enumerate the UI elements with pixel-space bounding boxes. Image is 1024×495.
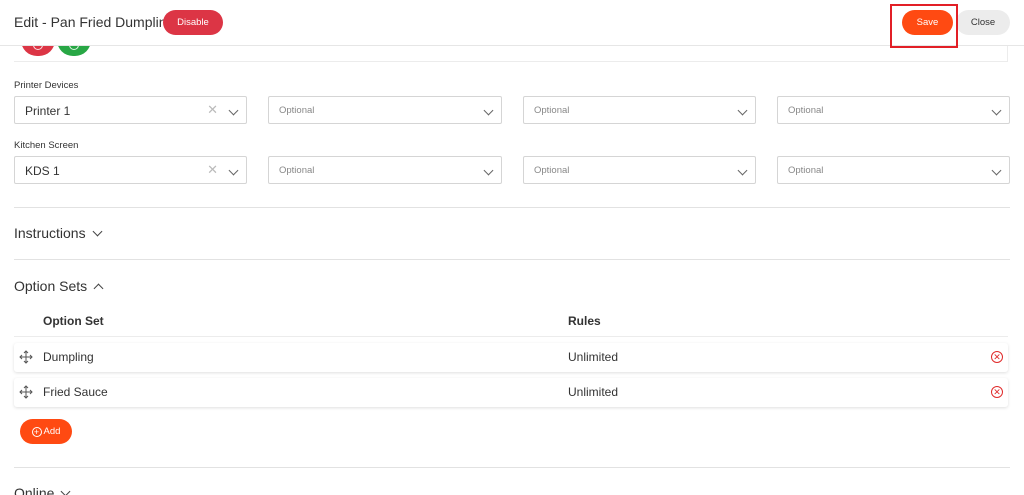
chevron-down-icon xyxy=(483,165,494,176)
printer-devices-label: Printer Devices xyxy=(14,80,79,91)
clear-x-icon[interactable]: ✕ xyxy=(207,162,218,178)
move-handle-icon[interactable] xyxy=(19,385,33,399)
online-toggle[interactable]: Online xyxy=(14,485,71,495)
kds-select-1[interactable]: KDS 1 ✕ xyxy=(14,156,247,184)
chevron-down-icon xyxy=(737,165,748,176)
plus-circle-icon: + xyxy=(31,426,42,437)
chevron-up-icon xyxy=(93,283,104,293)
printer-select-2[interactable]: Optional xyxy=(268,96,502,124)
kds-select-4[interactable]: Optional xyxy=(777,156,1010,184)
chevron-down-icon xyxy=(737,105,748,116)
divider xyxy=(14,259,1010,260)
column-header-rules: Rules xyxy=(568,314,601,328)
printer-select-3-placeholder: Optional xyxy=(534,105,570,116)
option-set-rules: Unlimited xyxy=(568,350,619,364)
chevron-down-icon xyxy=(61,486,71,495)
clear-x-icon[interactable]: ✕ xyxy=(207,102,218,118)
kds-select-3-placeholder: Optional xyxy=(534,165,570,176)
chevron-down-icon xyxy=(991,165,1002,176)
divider xyxy=(14,467,1010,468)
kitchen-screen-label: Kitchen Screen xyxy=(14,140,79,151)
chevron-down-icon xyxy=(991,105,1002,116)
column-header-option-set: Option Set xyxy=(43,314,104,328)
option-set-rules: Unlimited xyxy=(568,385,619,399)
remove-circle-icon[interactable]: ✕ xyxy=(991,351,1003,363)
modal-header: Edit - Pan Fried Dumpling Disable Save C… xyxy=(0,0,1024,46)
option-sets-toggle[interactable]: Option Sets xyxy=(14,278,104,294)
table-row: Fried Sauce Unlimited ✕ xyxy=(14,378,1008,407)
table-header-divider xyxy=(14,336,1008,337)
divider xyxy=(14,207,1010,208)
chevron-down-icon xyxy=(228,165,239,176)
remove-circle-icon[interactable]: ✕ xyxy=(991,386,1003,398)
printer-select-1[interactable]: Printer 1 ✕ xyxy=(14,96,247,124)
kds-select-2[interactable]: Optional xyxy=(268,156,502,184)
chevron-down-icon xyxy=(483,105,494,116)
instructions-toggle[interactable]: Instructions xyxy=(14,225,103,241)
chevron-down-icon xyxy=(92,226,103,236)
disable-button[interactable]: Disable xyxy=(163,10,223,35)
kds-select-3[interactable]: Optional xyxy=(523,156,756,184)
option-set-name: Fried Sauce xyxy=(43,385,108,399)
instructions-title: Instructions xyxy=(14,225,86,241)
kds-select-2-placeholder: Optional xyxy=(279,165,315,176)
printer-select-1-value: Printer 1 xyxy=(25,104,71,118)
kds-select-4-placeholder: Optional xyxy=(788,165,824,176)
close-button[interactable]: Close xyxy=(956,10,1010,35)
printer-select-2-placeholder: Optional xyxy=(279,105,315,116)
online-title: Online xyxy=(14,485,55,495)
save-highlight-box xyxy=(890,4,958,48)
printer-select-3[interactable]: Optional xyxy=(523,96,756,124)
move-handle-icon[interactable] xyxy=(19,350,33,364)
option-sets-title: Option Sets xyxy=(14,278,88,294)
printer-select-4-placeholder: Optional xyxy=(788,105,824,116)
printer-select-4[interactable]: Optional xyxy=(777,96,1010,124)
kds-select-1-value: KDS 1 xyxy=(25,164,60,178)
table-row: Dumpling Unlimited ✕ xyxy=(14,343,1008,372)
add-option-set-button[interactable]: + Add xyxy=(20,419,72,444)
chevron-down-icon xyxy=(228,105,239,116)
add-label: Add xyxy=(43,426,61,437)
page-title: Edit - Pan Fried Dumpling xyxy=(14,14,175,30)
option-set-name: Dumpling xyxy=(43,350,94,364)
